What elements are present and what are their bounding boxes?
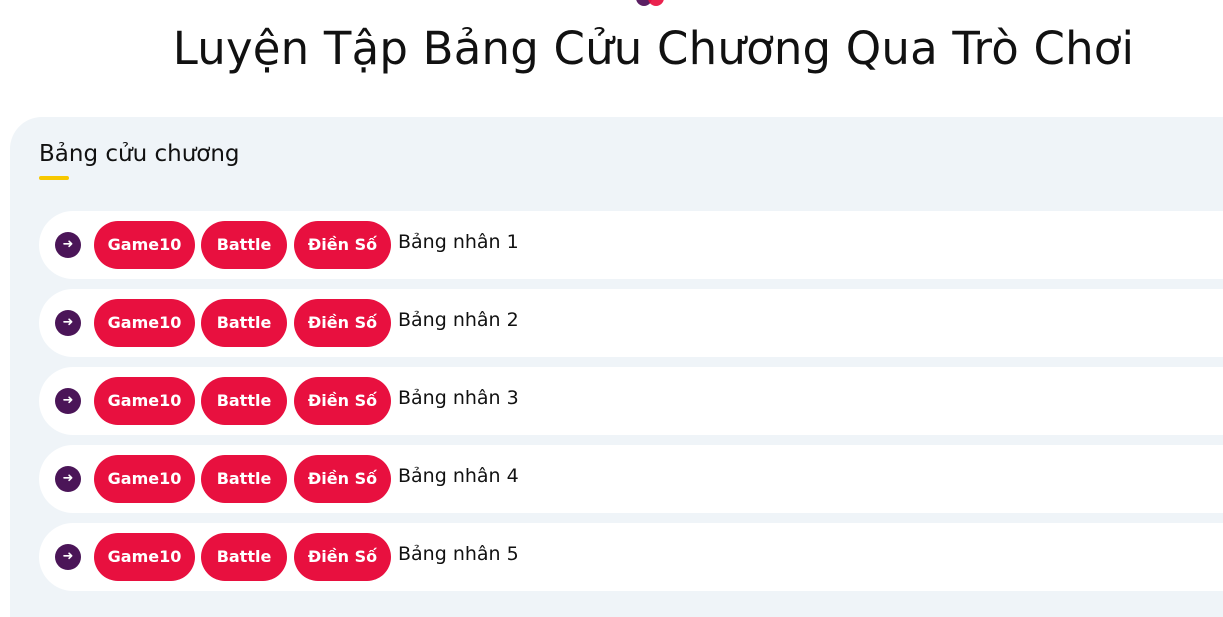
arrow-right-icon[interactable]: ➜: [55, 388, 81, 414]
battle-button[interactable]: Battle: [201, 299, 287, 347]
arrow-right-icon[interactable]: ➜: [55, 544, 81, 570]
dien-so-button[interactable]: Điền Số: [294, 221, 391, 269]
list-item: ➜ Game10 Battle Điền Số Bảng nhân 1: [39, 211, 1223, 279]
table-label[interactable]: Bảng nhân 3: [398, 387, 519, 409]
multiplication-table-panel: Bảng cửu chương ➜ Game10 Battle Điền Số …: [10, 117, 1223, 617]
section-title-underline: [39, 176, 69, 180]
battle-button[interactable]: Battle: [201, 533, 287, 581]
arrow-right-icon[interactable]: ➜: [55, 466, 81, 492]
battle-button[interactable]: Battle: [201, 377, 287, 425]
logo-dots-icon: [636, 0, 676, 6]
list-item: ➜ Game10 Battle Điền Số Bảng nhân 2: [39, 289, 1223, 357]
logo-dot-red: [648, 0, 664, 6]
list-item: ➜ Game10 Battle Điền Số Bảng nhân 3: [39, 367, 1223, 435]
arrow-right-icon[interactable]: ➜: [55, 232, 81, 258]
game10-button[interactable]: Game10: [94, 455, 195, 503]
game10-button[interactable]: Game10: [94, 221, 195, 269]
game10-button[interactable]: Game10: [94, 299, 195, 347]
dien-so-button[interactable]: Điền Số: [294, 533, 391, 581]
table-label[interactable]: Bảng nhân 4: [398, 465, 519, 487]
game10-button[interactable]: Game10: [94, 377, 195, 425]
table-label[interactable]: Bảng nhân 1: [398, 231, 519, 253]
battle-button[interactable]: Battle: [201, 221, 287, 269]
dien-so-button[interactable]: Điền Số: [294, 455, 391, 503]
game10-button[interactable]: Game10: [94, 533, 195, 581]
table-list: ➜ Game10 Battle Điền Số Bảng nhân 1 ➜ Ga…: [39, 211, 1223, 601]
arrow-right-icon[interactable]: ➜: [55, 310, 81, 336]
list-item: ➜ Game10 Battle Điền Số Bảng nhân 5: [39, 523, 1223, 591]
table-label[interactable]: Bảng nhân 5: [398, 543, 519, 565]
dien-so-button[interactable]: Điền Số: [294, 299, 391, 347]
list-item: ➜ Game10 Battle Điền Số Bảng nhân 4: [39, 445, 1223, 513]
section-title: Bảng cửu chương: [39, 141, 240, 167]
dien-so-button[interactable]: Điền Số: [294, 377, 391, 425]
page-title: Luyện Tập Bảng Cửu Chương Qua Trò Chơi: [172, 22, 1135, 75]
battle-button[interactable]: Battle: [201, 455, 287, 503]
table-label[interactable]: Bảng nhân 2: [398, 309, 519, 331]
